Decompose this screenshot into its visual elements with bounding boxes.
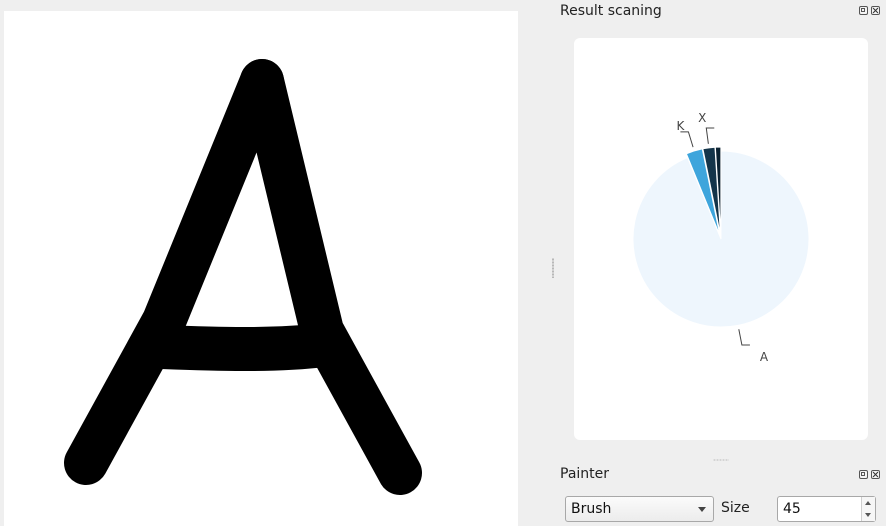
stroke-left-leg bbox=[64, 59, 284, 485]
chevron-down-icon bbox=[698, 507, 706, 512]
pie-label-leader-a bbox=[738, 329, 750, 346]
tool-select[interactable]: Brush bbox=[565, 496, 714, 522]
result-dock-buttons bbox=[859, 6, 880, 15]
stroke-crossbar bbox=[140, 323, 346, 371]
drawing-strokes bbox=[64, 59, 422, 495]
pie-label-a: A bbox=[760, 350, 769, 364]
size-label: Size bbox=[721, 500, 750, 516]
float-icon[interactable] bbox=[859, 470, 868, 479]
painter-dock-title: Painter bbox=[560, 466, 610, 482]
pie-label-leader-k bbox=[680, 131, 694, 148]
size-stepper[interactable] bbox=[861, 497, 875, 521]
pie-label-leader-x bbox=[705, 127, 715, 144]
pie-label-k: K bbox=[677, 119, 686, 133]
stroke-right-leg bbox=[240, 59, 422, 495]
float-icon[interactable] bbox=[859, 6, 868, 15]
size-spinbox[interactable]: 45 bbox=[777, 496, 876, 522]
close-icon[interactable] bbox=[871, 6, 880, 15]
horizontal-splitter-handle[interactable] bbox=[713, 459, 729, 461]
step-up-icon[interactable] bbox=[865, 501, 871, 505]
tool-select-value: Brush bbox=[571, 501, 612, 517]
vertical-splitter-handle[interactable] bbox=[552, 258, 554, 278]
pie-label-x: X bbox=[698, 111, 706, 125]
result-pie-chart: A KX bbox=[574, 38, 868, 440]
size-value: 45 bbox=[783, 501, 801, 517]
drawing-canvas[interactable] bbox=[4, 11, 518, 526]
step-down-icon[interactable] bbox=[865, 513, 871, 517]
close-icon[interactable] bbox=[871, 470, 880, 479]
painter-dock-buttons bbox=[859, 470, 880, 479]
result-dock-title: Result scaning bbox=[560, 3, 662, 19]
